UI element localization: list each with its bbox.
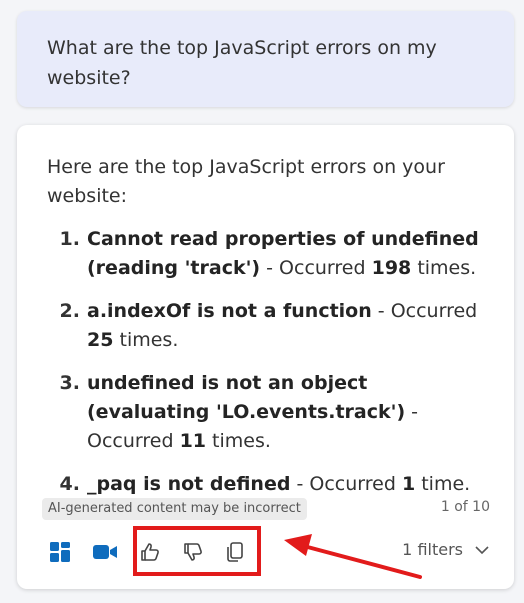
user-message-bubble: What are the top JavaScript errors on my…: [17, 11, 514, 107]
thumbs-down-icon[interactable]: [180, 539, 206, 565]
occurrence-prefix: - Occurred: [290, 473, 402, 495]
occurrence-count: 11: [179, 430, 207, 452]
page-count: 1 of 10: [440, 499, 490, 515]
list-item-text: Cannot read properties of undefined (rea…: [87, 225, 487, 283]
list-item-text: a.indexOf is not a function - Occurred 2…: [87, 297, 487, 355]
list-item-number: 3.: [59, 372, 80, 394]
list-item-number: 4.: [59, 473, 80, 495]
chevron-down-icon: [475, 540, 489, 559]
list-item-text: undefined is not an object (evaluating '…: [87, 369, 487, 456]
occurrence-prefix: - Occurred: [371, 300, 478, 322]
list-item: 1. Cannot read properties of undefined (…: [47, 225, 487, 283]
ai-disclaimer-badge: AI-generated content may be incorrect: [42, 498, 307, 520]
video-icon[interactable]: [92, 539, 118, 565]
list-item-number: 2.: [59, 300, 80, 322]
thumbs-up-icon[interactable]: [137, 539, 163, 565]
occurrence-prefix: - Occurred: [260, 257, 372, 279]
error-name: undefined is not an object (evaluating '…: [87, 372, 406, 423]
error-list: 1. Cannot read properties of undefined (…: [47, 225, 487, 513]
occurrence-suffix: times.: [206, 430, 271, 452]
occurrence-suffix: times.: [411, 257, 477, 279]
assistant-response-card: Here are the top JavaScript errors on yo…: [17, 125, 514, 589]
dashboard-icon[interactable]: [47, 539, 73, 565]
occurrence-suffix: time.: [415, 473, 471, 495]
occurrence-count: 1: [401, 473, 416, 495]
annotation-arrow: [284, 534, 422, 579]
list-item: 3. undefined is not an object (evaluatin…: [47, 369, 487, 456]
response-intro: Here are the top JavaScript errors on yo…: [47, 156, 445, 207]
list-item: 2. a.indexOf is not a function - Occurre…: [47, 297, 487, 355]
error-name: a.indexOf is not a function: [87, 300, 372, 322]
list-item: 4. _paq is not defined - Occurred 1 time…: [47, 470, 487, 499]
occurrence-count: 25: [87, 329, 114, 351]
list-item-text: _paq is not defined - Occurred 1 time.: [87, 470, 487, 499]
list-item-number: 1.: [59, 228, 80, 250]
copy-icon[interactable]: [222, 539, 248, 565]
user-message-text: What are the top JavaScript errors on my…: [47, 37, 437, 89]
occurrence-count: 198: [371, 257, 412, 279]
error-name: _paq is not defined: [87, 473, 291, 495]
occurrence-suffix: times.: [113, 329, 179, 351]
